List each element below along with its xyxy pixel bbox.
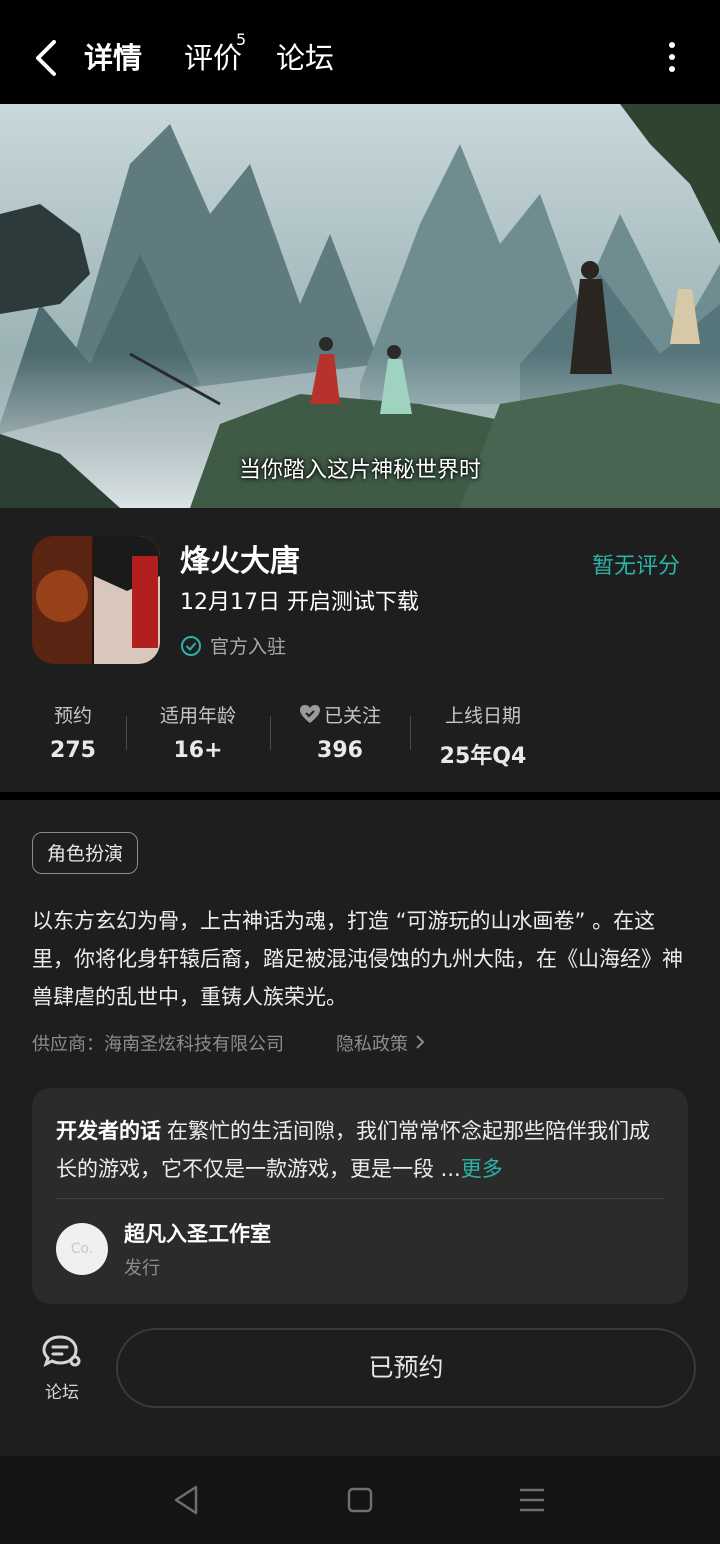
genre-tag[interactable]: 角色扮演: [32, 832, 139, 874]
verified-check-icon: [181, 635, 201, 656]
back-arrow-icon[interactable]: [30, 38, 66, 78]
stat-reservations: 预约 275: [30, 700, 116, 764]
supplier-text: 供应商：海南圣炫科技有限公司: [32, 1034, 284, 1055]
tab-reviews-label: 评价: [184, 41, 243, 75]
stat-launch-label: 上线日期: [444, 704, 521, 727]
top-bar: 详情 评价 5 论坛: [0, 0, 720, 104]
nav-back-icon[interactable]: [172, 1484, 200, 1516]
rating-text: 暂无评分: [592, 554, 681, 579]
studio-name[interactable]: 超凡入圣工作室: [124, 1218, 271, 1248]
stat-age-rating: 适用年龄 16+: [148, 700, 248, 764]
stat-reservations-value: 275: [50, 738, 96, 763]
tab-reviews[interactable]: 评价: [184, 38, 242, 78]
stat-launch-value: 25年Q4: [439, 744, 527, 769]
stat-launch-date: 上线日期 25年Q4: [432, 700, 534, 770]
stat-divider: [270, 716, 271, 750]
stat-divider: [410, 716, 411, 750]
nav-home-icon[interactable]: [346, 1484, 374, 1516]
stat-age-value: 16+: [173, 738, 223, 763]
stat-divider: [126, 716, 127, 750]
stat-reservations-label: 预约: [53, 704, 92, 727]
forum-button[interactable]: 论坛: [30, 1334, 94, 1403]
forum-chat-icon: [42, 1335, 81, 1367]
tab-forum-label: 论坛: [276, 41, 335, 75]
game-description: 以东方玄幻为骨，上古神话为魂，打造 “可游玩的山水画卷” 。在这里，你将化身轩辕…: [32, 909, 683, 1009]
stat-followers-value: 396: [317, 738, 363, 763]
privacy-policy-link[interactable]: 隐私政策: [336, 1030, 426, 1056]
developer-divider: [56, 1198, 664, 1199]
studio-role: 发行: [124, 1258, 160, 1279]
stat-followers-text: 已关注: [323, 704, 381, 727]
game-app-icon: [32, 536, 160, 664]
banner-video[interactable]: [0, 104, 720, 508]
developer-more-link[interactable]: 更多: [461, 1157, 503, 1181]
banner-artwork: [0, 104, 720, 508]
official-badge: 官方入驻: [180, 632, 286, 659]
official-label: 官方入驻: [210, 636, 287, 658]
chevron-right-icon: [416, 1035, 425, 1049]
tab-details[interactable]: 详情: [80, 38, 147, 78]
developer-heading: 开发者的话: [56, 1119, 161, 1143]
stat-followers[interactable]: 已关注 396: [290, 700, 390, 763]
studio-avatar[interactable]: Co.: [56, 1223, 108, 1275]
reviews-count-badge: 5: [236, 30, 247, 49]
developer-message: 开发者的话 在繁忙的生活间隙，我们常常怀念起那些陪伴我们成长的游戏，它不仅是一款游…: [56, 1112, 668, 1188]
banner-subtitle: 当你踏入这片神秘世界时: [238, 458, 481, 483]
game-release-note: 12月17日 开启测试下载: [180, 590, 419, 615]
heart-check-icon: [299, 705, 320, 723]
stat-followers-label: 已关注: [290, 700, 390, 728]
game-title: 烽火大唐: [180, 544, 300, 579]
more-options-icon[interactable]: [660, 42, 684, 74]
stat-age-label: 适用年龄: [159, 704, 236, 727]
tab-details-label: 详情: [84, 41, 143, 75]
nav-recents-icon[interactable]: [518, 1484, 546, 1516]
forum-button-label: 论坛: [45, 1383, 79, 1403]
privacy-policy-label: 隐私政策: [336, 1034, 408, 1055]
reserved-button[interactable]: 已预约: [116, 1328, 696, 1408]
tab-forum[interactable]: 论坛: [276, 38, 334, 78]
